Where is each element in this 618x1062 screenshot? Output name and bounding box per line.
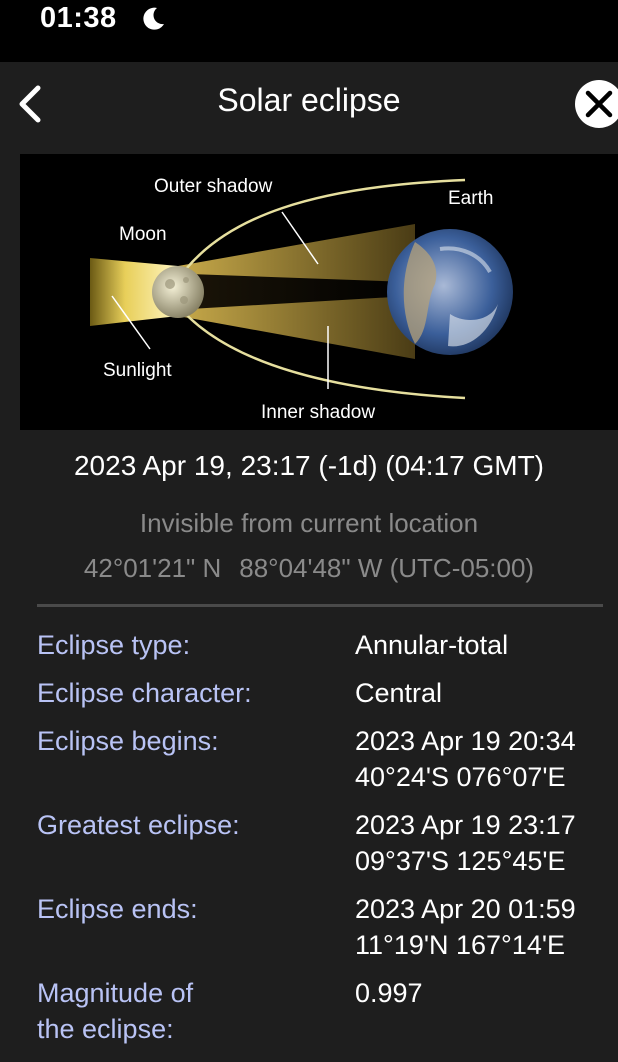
eclipse-type-label: Eclipse type: bbox=[37, 630, 191, 660]
longitude: 88°04'48" W (UTC-05:00) bbox=[239, 553, 535, 583]
location-coordinates: 42°01'21" N 88°04'48" W (UTC-05:00) bbox=[0, 553, 618, 584]
magnitude-label: Magnitude of bbox=[37, 978, 194, 1008]
eclipse-ends-label: Eclipse ends: bbox=[37, 894, 198, 924]
page-title: Solar eclipse bbox=[217, 82, 401, 118]
sunlight-label: Sunlight bbox=[103, 360, 172, 381]
close-button[interactable] bbox=[575, 80, 618, 128]
eclipse-begins-time: 2023 Apr 19 20:34 bbox=[355, 726, 576, 756]
status-bar: 01:38 bbox=[0, 0, 618, 62]
magnitude-value: 0.997 bbox=[355, 978, 423, 1008]
eclipse-character-label: Eclipse character: bbox=[37, 678, 252, 708]
status-time: 01:38 bbox=[40, 2, 117, 34]
inner-shadow-label: Inner shadow bbox=[261, 402, 376, 423]
eclipse-ends-time: 2023 Apr 20 01:59 bbox=[355, 894, 576, 924]
magnitude-label-line2: the eclipse: bbox=[37, 1014, 174, 1044]
eclipse-character-value: Central bbox=[355, 678, 443, 708]
moon-label: Moon bbox=[119, 224, 167, 245]
eclipse-diagram: Outer shadow Earth Moon Sunlight Inner s… bbox=[20, 154, 618, 430]
eclipse-type-value: Annular-total bbox=[355, 630, 509, 660]
visibility-status: Invisible from current location bbox=[139, 508, 479, 538]
greatest-eclipse-label: Greatest eclipse: bbox=[37, 810, 240, 840]
nav-bar: Solar eclipse bbox=[0, 62, 618, 146]
latitude: 42°01'21" N bbox=[83, 553, 222, 583]
eclipse-ends-coords: 11°19'N 167°14'E bbox=[355, 930, 566, 960]
eclipse-begins-label: Eclipse begins: bbox=[37, 726, 219, 756]
greatest-eclipse-time: 2023 Apr 19 23:17 bbox=[355, 810, 576, 840]
divider bbox=[37, 604, 603, 607]
moon-icon bbox=[143, 7, 164, 30]
earth-label: Earth bbox=[448, 188, 494, 209]
eclipse-begins-coords: 40°24'S 076°07'E bbox=[355, 762, 566, 792]
outer-shadow-label: Outer shadow bbox=[154, 176, 273, 197]
eclipse-illustration bbox=[90, 178, 513, 400]
close-icon bbox=[585, 90, 613, 118]
eclipse-datetime: 2023 Apr 19, 23:17 (-1d) (04:17 GMT) bbox=[73, 450, 545, 481]
greatest-eclipse-coords: 09°37'S 125°45'E bbox=[355, 846, 566, 876]
